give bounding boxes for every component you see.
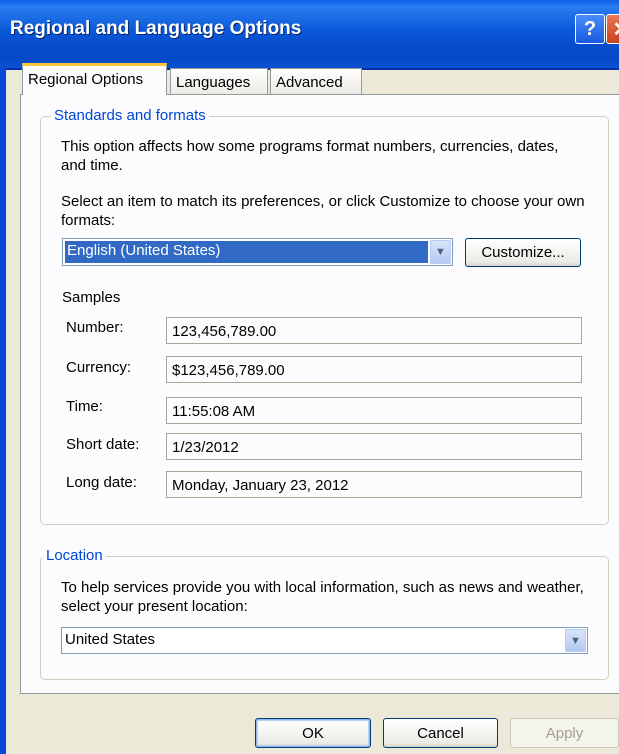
sample-value-currency: $123,456,789.00 — [166, 356, 582, 383]
format-dropdown-value: English (United States) — [65, 241, 428, 263]
tab-label: Regional Options — [28, 71, 144, 88]
sample-label-number: Number: — [66, 319, 124, 336]
location-dropdown-value: United States — [65, 631, 156, 648]
location-group: Location — [40, 547, 609, 680]
close-button[interactable]: ✕ — [606, 14, 619, 44]
window-title: Regional and Language Options — [10, 18, 302, 39]
tab-regional-options[interactable]: Regional Options — [22, 63, 167, 95]
tab-panel-regional-options: Standards and formats This option affect… — [20, 94, 619, 694]
location-description: To help services provide you with local … — [61, 579, 584, 615]
close-icon: ✕ — [613, 17, 619, 42]
standards-instruction: Select an item to match its preferences,… — [61, 193, 585, 229]
chevron-down-icon[interactable]: ▼ — [430, 240, 451, 264]
help-button[interactable]: ? — [575, 14, 605, 44]
window-border — [0, 68, 6, 754]
help-icon: ? — [583, 17, 597, 40]
sample-value-short-date: 1/23/2012 — [166, 433, 582, 460]
customize-button[interactable]: Customize... — [465, 238, 581, 267]
tab-advanced[interactable]: Advanced — [270, 68, 362, 94]
sample-label-long-date: Long date: — [66, 474, 137, 491]
title-bar[interactable]: Regional and Language Options ? ✕ — [0, 0, 619, 70]
location-dropdown[interactable]: United States ▼ — [61, 627, 588, 654]
tab-languages[interactable]: Languages — [170, 68, 268, 94]
sample-label-currency: Currency: — [66, 359, 132, 376]
cancel-button[interactable]: Cancel — [383, 718, 498, 748]
sample-value-time: 11:55:08 AM — [166, 397, 582, 424]
tab-label: Advanced — [276, 74, 343, 91]
sample-value-number: 123,456,789.00 — [166, 317, 582, 344]
standards-description: This option affects how some programs fo… — [61, 138, 559, 174]
ok-button[interactable]: OK — [255, 718, 371, 748]
sample-label-time: Time: — [66, 398, 103, 415]
chevron-down-icon[interactable]: ▼ — [565, 629, 586, 652]
sample-label-short-date: Short date: — [66, 436, 140, 453]
sample-value-long-date: Monday, January 23, 2012 — [166, 471, 582, 498]
location-legend: Location — [43, 547, 106, 564]
apply-button[interactable]: Apply — [510, 718, 619, 748]
samples-heading: Samples — [62, 289, 121, 306]
tab-label: Languages — [176, 74, 251, 91]
format-dropdown[interactable]: English (United States) ▼ — [62, 238, 453, 266]
standards-legend: Standards and formats — [51, 107, 209, 124]
